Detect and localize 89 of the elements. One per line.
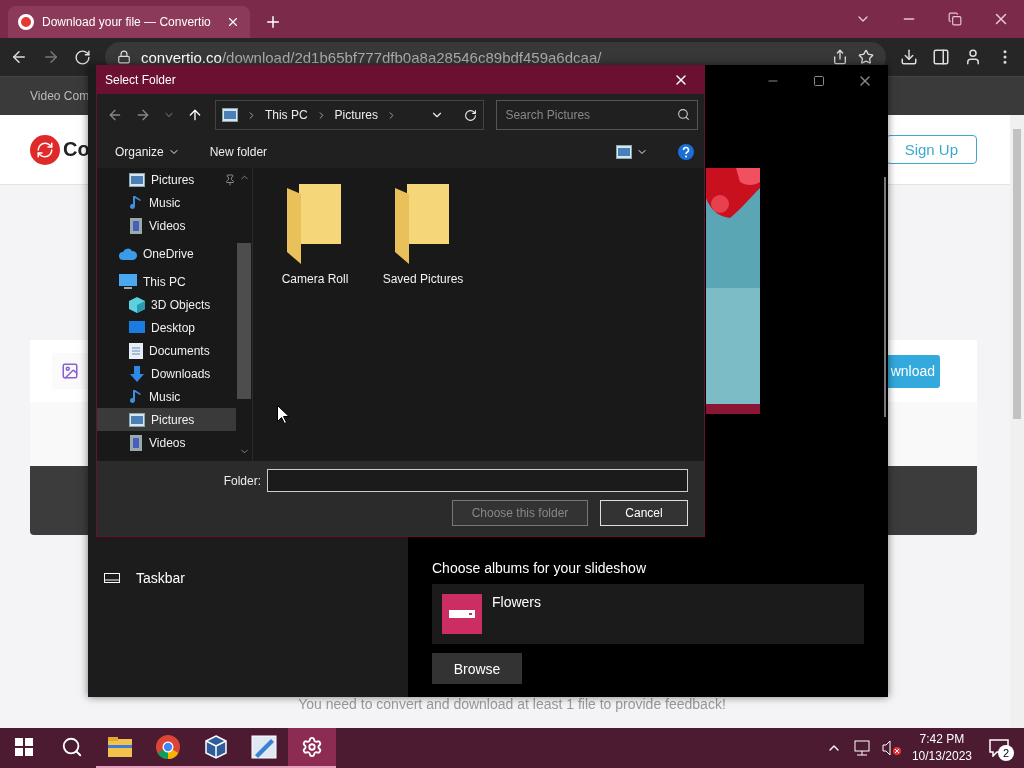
site-logo-icon [18,14,34,30]
muted-speaker-icon[interactable] [881,740,902,756]
settings-nav-item[interactable]: Taskbar [104,562,408,594]
clock[interactable]: 7:42 PM 10/13/2023 [911,731,972,765]
section-title: Choose albums for your slideshow [432,560,647,576]
breadcrumb-item[interactable]: Pictures [334,108,378,122]
dialog-button[interactable]: Cancel [600,500,688,526]
nav-pane-item[interactable]: This PC [97,270,236,293]
star-icon[interactable] [858,49,874,65]
film-icon [129,434,143,451]
folder-field[interactable] [267,469,688,492]
album-row[interactable]: Flowers [432,584,864,644]
mouse-pointer-icon [277,405,289,424]
download-arrow-icon [129,365,145,382]
taskbar-icon [104,573,120,583]
back-icon[interactable] [107,107,123,123]
download-icon[interactable] [900,48,918,66]
cube-icon [204,735,228,759]
notification-count: 2 [998,745,1014,761]
scrollbar[interactable] [1010,115,1024,728]
logo-icon [30,134,60,165]
computer-icon [119,273,137,290]
window-icon [251,735,277,759]
cube-icon [129,296,145,313]
back-icon[interactable] [10,48,28,66]
view-options-button[interactable] [616,145,648,159]
chrome-icon [156,735,180,759]
bookmark-link[interactable]: Video Com [30,89,90,103]
nav-pane-item[interactable]: Desktop [97,316,236,339]
windows-logo-icon [15,738,33,756]
breadcrumb-item[interactable]: This PC [264,108,308,122]
nav-pane-item[interactable]: Documents [97,339,236,362]
restore-icon[interactable] [948,12,962,26]
search-icon [677,108,690,121]
album-icon [442,594,482,634]
new-folder-button[interactable]: New folder [209,145,268,159]
organize-menu[interactable]: Organize [115,145,180,159]
nav-pane-item[interactable]: Videos [97,214,236,237]
search-field[interactable]: Search Pictures [496,100,698,130]
music-note-icon [129,388,143,405]
folder-item[interactable]: Saved Pictures [381,184,465,286]
picture-icon [221,108,238,122]
picture-icon [129,172,145,187]
side-panel-icon[interactable] [932,48,950,66]
nav-pane-item[interactable]: OneDrive [97,242,236,265]
browse-button[interactable]: Browse [432,653,522,684]
search-icon [61,736,83,758]
refresh-icon[interactable] [464,108,478,122]
logo-text: Co [63,138,90,161]
nav-pane-item[interactable]: Pictures [97,408,236,431]
feedback-note: You need to convert and download at least 1 file to provide feedback! [297,696,727,712]
settings-icon [301,736,323,758]
reload-icon[interactable] [74,48,91,66]
nav-pane-item[interactable]: Music [97,191,236,214]
music-note-icon [129,194,143,211]
share-icon[interactable] [832,49,848,65]
folder-item[interactable]: Camera Roll [273,184,357,286]
document-icon [129,342,143,359]
cloud-icon [119,247,137,260]
address-bar[interactable]: This PC Pictures [214,100,485,130]
folder-icon [287,184,343,264]
url-text: convertio.co/download/2d1b65bf777dfb0a8a28546c89bdf459a6dcaa/ [141,48,602,66]
nav-pane-item[interactable]: 3D Objects [97,293,236,316]
monitor-icon [129,320,145,335]
nav-pane-item[interactable]: Videos [97,431,236,454]
close-tab-icon[interactable] [226,15,240,29]
folder-label: Folder: [223,473,261,488]
folder-icon [395,184,451,264]
forward-icon[interactable] [42,48,60,66]
taskbar-app[interactable] [288,728,336,768]
picture-icon [616,145,632,159]
maximize-icon[interactable] [813,75,825,87]
message-icon [989,739,1009,757]
folder-icon [108,737,132,757]
film-icon [129,217,143,234]
picture-icon [129,412,145,427]
notification-button[interactable]: 2 [982,733,1016,763]
nav-pane-item[interactable]: Downloads [97,362,236,385]
help-icon[interactable] [678,144,694,160]
dialog-title: Select Folder [105,73,177,87]
new-tab-icon[interactable] [264,13,282,31]
nav-pane-item[interactable]: Pictures [97,168,236,191]
nav-pane-item[interactable]: Music [97,385,236,408]
network-icon[interactable] [851,740,872,756]
image-file-icon [52,353,88,389]
profile-icon[interactable] [964,48,982,66]
browser-tab[interactable]: Download your file — Convertio [8,6,250,38]
lock-icon [117,50,131,64]
scrollbar[interactable] [884,177,886,417]
